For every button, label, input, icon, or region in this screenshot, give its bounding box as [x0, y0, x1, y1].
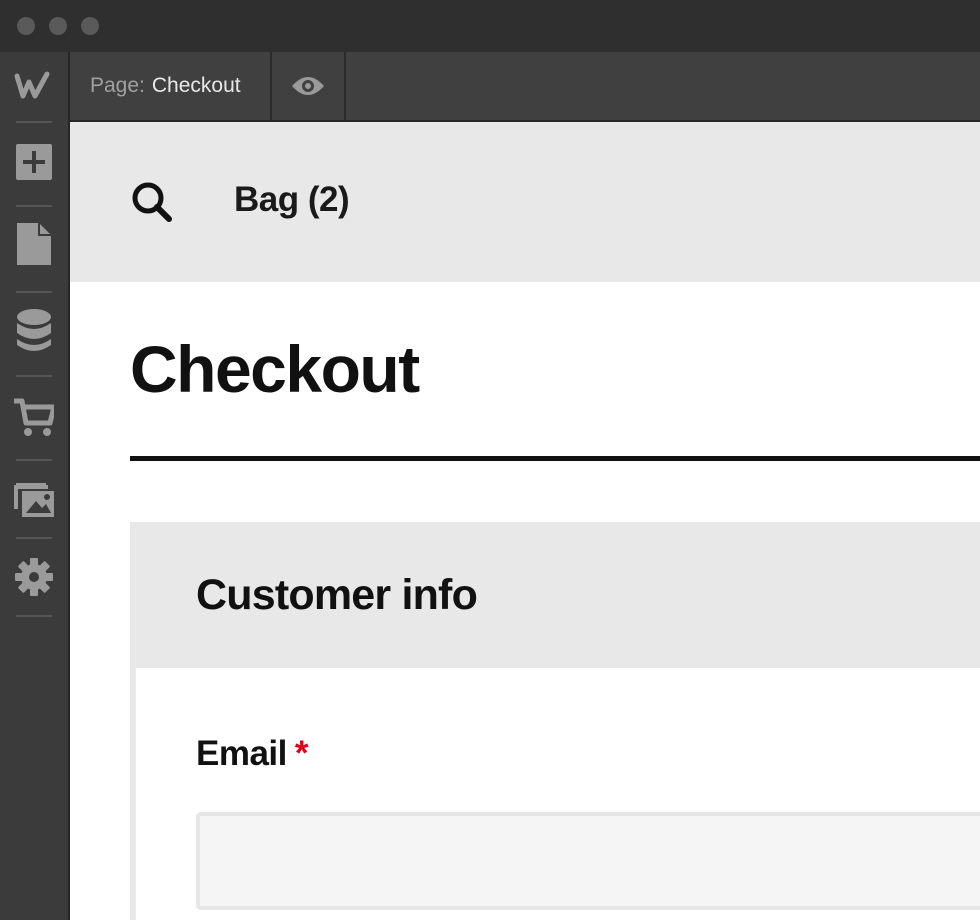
- page-selector[interactable]: Page: Checkout: [90, 52, 241, 120]
- page-title: Checkout: [130, 332, 420, 406]
- cart-bag-link[interactable]: Bag (2): [234, 180, 350, 220]
- customer-info-header: Customer info: [130, 522, 980, 668]
- current-page-name: Checkout: [151, 74, 241, 97]
- required-asterisk: *: [294, 734, 309, 773]
- search-icon: [132, 182, 172, 222]
- window-title-bar: [0, 0, 980, 52]
- sidebar-separator: [16, 375, 52, 377]
- window-zoom-button[interactable]: [81, 17, 99, 35]
- window-minimize-button[interactable]: [49, 17, 67, 35]
- pages-icon[interactable]: [0, 210, 68, 278]
- designer-top-toolbar: Page: Checkout: [70, 52, 980, 122]
- email-label-text: Email: [196, 734, 287, 773]
- email-field[interactable]: [196, 812, 980, 910]
- ecommerce-cart-icon[interactable]: [0, 379, 68, 455]
- page-prefix-label: Page:: [90, 74, 145, 97]
- search-button[interactable]: [128, 178, 176, 226]
- eye-icon: [292, 77, 324, 95]
- design-canvas: Bag (2) Checkout Customer info Email *: [70, 122, 980, 920]
- title-divider: [130, 456, 980, 461]
- customer-info-card: Customer info Email *: [130, 522, 980, 920]
- sidebar-separator: [16, 537, 52, 539]
- settings-gear-icon[interactable]: [0, 540, 68, 614]
- assets-images-icon[interactable]: [0, 462, 68, 536]
- email-label: Email *: [196, 734, 309, 774]
- sidebar-separator: [16, 459, 52, 461]
- sidebar-separator: [16, 291, 52, 293]
- window-close-button[interactable]: [17, 17, 35, 35]
- cms-database-icon[interactable]: [0, 295, 68, 367]
- sidebar-separator: [16, 615, 52, 617]
- customer-info-body: Email *: [136, 668, 980, 920]
- preview-button[interactable]: [272, 52, 344, 120]
- site-header: Bag (2): [70, 122, 980, 282]
- toolbar-divider: [344, 52, 346, 120]
- designer-left-sidebar: [0, 52, 70, 920]
- webflow-logo-icon[interactable]: [0, 52, 68, 120]
- sidebar-separator: [16, 121, 52, 123]
- customer-info-title: Customer info: [196, 571, 478, 619]
- add-panel-icon[interactable]: [0, 128, 68, 196]
- sidebar-separator: [16, 205, 52, 207]
